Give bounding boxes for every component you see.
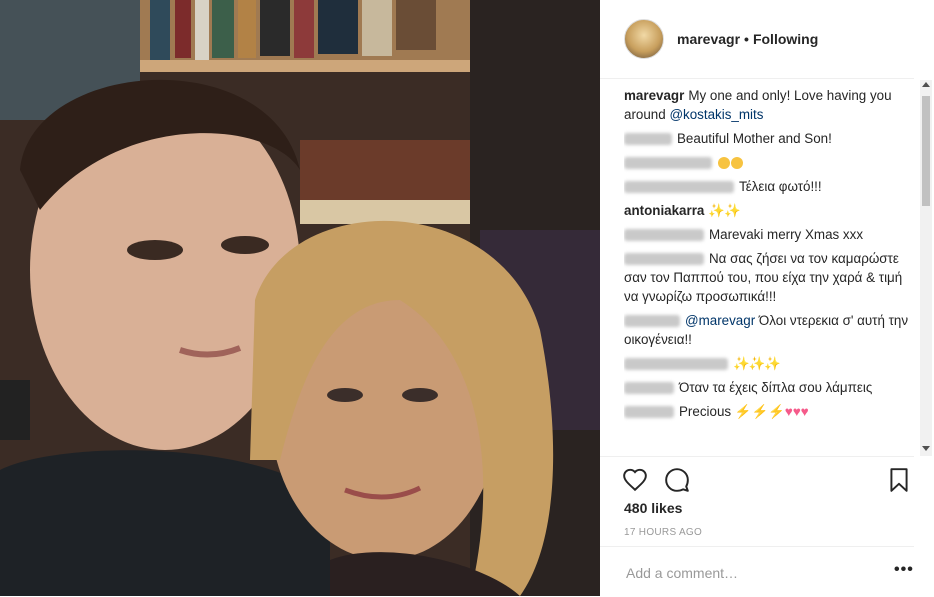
sparkles-icon: ✨✨: [708, 203, 740, 218]
list-item: Όταν τα έχεις δίπλα σου λάμπεις: [624, 378, 914, 397]
list-item: Να σας ζήσει να τον καμαρώστε σαν τον Πα…: [624, 249, 914, 306]
blurred-username: [624, 181, 734, 194]
list-item: @marevagr Όλοι ντερεκια σ' αυτή την οικο…: [624, 311, 914, 349]
blurred-username: [624, 406, 674, 419]
comment-text: Marevaki merry Xmas xxx: [709, 227, 864, 242]
username-link[interactable]: marevagr: [677, 31, 740, 47]
post-header: marevagr • Following: [600, 0, 914, 79]
blurred-username: [624, 253, 704, 266]
comment-text: Όταν τα έχεις δίπλα σου λάμπεις: [679, 380, 873, 395]
sparkles-icon: ✨✨✨: [733, 356, 781, 371]
comment-text: Beautiful Mother and Son!: [677, 131, 832, 146]
list-item: Marevaki merry Xmas xxx: [624, 225, 914, 244]
more-options-button[interactable]: •••: [894, 561, 914, 579]
blurred-username: [624, 133, 672, 146]
post-sidebar: marevagr • Following marevagr My one and …: [600, 0, 934, 596]
scroll-up-icon[interactable]: [922, 82, 930, 87]
separator-dot: •: [744, 31, 749, 47]
bookmark-icon[interactable]: [886, 467, 912, 493]
caption-mention[interactable]: @kostakis_mits: [669, 107, 763, 122]
selfie-image: [0, 0, 600, 596]
blurred-username: [624, 229, 704, 242]
lightning-icon: ⚡⚡⚡: [734, 404, 785, 419]
comment-text: Precious: [679, 404, 732, 419]
scroll-down-icon[interactable]: [922, 446, 930, 451]
list-item: [624, 153, 914, 172]
avatar[interactable]: [624, 19, 664, 59]
list-item: Beautiful Mother and Son!: [624, 129, 914, 148]
caption: marevagr My one and only! Love having you…: [624, 86, 914, 124]
comment-composer: •••: [600, 546, 914, 597]
likes-count[interactable]: 480 likes: [624, 500, 682, 516]
kiss-face-icon: [718, 157, 730, 170]
caption-username[interactable]: marevagr: [624, 88, 684, 103]
list-item: Precious ⚡⚡⚡♥♥♥: [624, 402, 914, 421]
instagram-post: marevagr • Following marevagr My one and …: [0, 0, 934, 596]
comment-text: Τέλεια φωτό!!!: [739, 179, 822, 194]
list-item: antoniakarra ✨✨: [624, 201, 914, 220]
blurred-username: [624, 157, 712, 170]
comment-bubble-icon[interactable]: [664, 467, 690, 493]
comment-username[interactable]: antoniakarra: [624, 203, 704, 218]
post-photo[interactable]: [0, 0, 600, 596]
comment-mention[interactable]: @marevagr: [685, 313, 755, 328]
kiss-face-icon: [731, 157, 743, 170]
list-item: Τέλεια φωτό!!!: [624, 177, 914, 196]
comments-list: marevagr My one and only! Love having you…: [624, 86, 914, 456]
blurred-username: [624, 382, 674, 395]
scrollbar-thumb[interactable]: [922, 96, 930, 206]
hearts-icon: ♥♥♥: [784, 404, 809, 419]
heart-outline-icon[interactable]: [622, 467, 648, 493]
follow-status-button[interactable]: Following: [753, 31, 818, 47]
action-bar: [600, 456, 914, 503]
list-item: ✨✨✨: [624, 354, 914, 373]
blurred-username: [624, 358, 728, 371]
post-timestamp[interactable]: 17 HOURS AGO: [624, 527, 702, 538]
blurred-username: [624, 315, 680, 328]
comment-input[interactable]: [624, 561, 878, 585]
